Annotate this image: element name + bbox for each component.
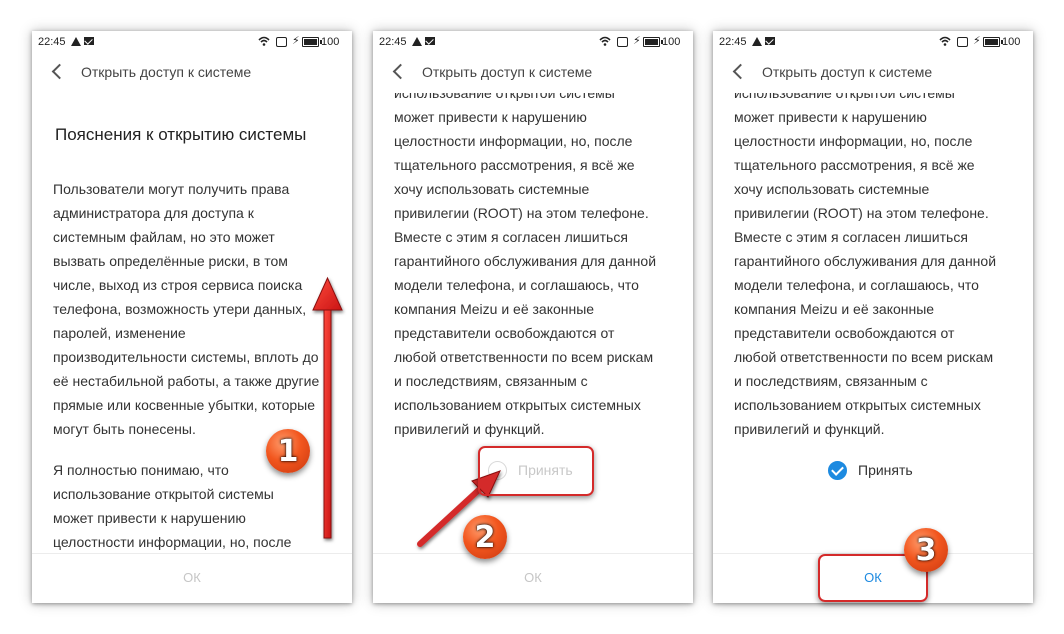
- wifi-icon: [258, 36, 270, 46]
- back-arrow-icon[interactable]: [392, 63, 409, 80]
- ok-button[interactable]: ОК: [32, 570, 352, 585]
- charging-icon: ⚡: [633, 35, 641, 47]
- page-title: Открыть доступ к системе: [422, 64, 593, 80]
- battery-icon: [643, 37, 663, 47]
- scroll-content[interactable]: использование открытой системы может при…: [713, 93, 1033, 553]
- charging-icon: ⚡: [973, 35, 981, 47]
- battery-level: 100: [321, 36, 340, 48]
- step-badge-3: 3: [904, 528, 948, 572]
- battery-icon: [302, 37, 322, 47]
- phone-screen-2: 22:45 ⚡ 100 Открыть доступ к системе исп…: [373, 31, 693, 603]
- status-bar: 22:45 ⚡ 100: [713, 31, 1033, 53]
- charging-icon: ⚡: [292, 35, 300, 47]
- wifi-icon: [939, 36, 951, 46]
- battery-level: 100: [1002, 36, 1021, 48]
- status-time: 22:45: [38, 36, 66, 48]
- warning-paragraph: Пользователи могут получить права админи…: [53, 181, 320, 437]
- footer-bar: ОК: [32, 553, 352, 603]
- scroll-content[interactable]: Пояснения к открытию системы Пользовател…: [32, 93, 352, 553]
- agreement-paragraph: Я полностью понимаю, что использование о…: [53, 462, 292, 550]
- agreement-paragraph: использование открытой системы может при…: [394, 93, 657, 437]
- checkmark-icon[interactable]: [828, 461, 847, 480]
- step-badge-2: 2: [463, 515, 507, 559]
- title-bar: Открыть доступ к системе: [32, 53, 352, 93]
- phone-screen-1: 22:45 ⚡ 100 Открыть доступ к системе Поя…: [32, 31, 352, 603]
- explanation-heading: Пояснения к открытию системы: [55, 125, 307, 144]
- screen-rotation-icon: [617, 37, 628, 47]
- status-bar: 22:45 ⚡ 100: [373, 31, 693, 53]
- status-time: 22:45: [379, 36, 407, 48]
- accept-highlight-box: [478, 446, 594, 496]
- battery-icon: [983, 37, 1003, 47]
- status-bar: 22:45 ⚡ 100: [32, 31, 352, 53]
- page-title: Открыть доступ к системе: [762, 64, 933, 80]
- mail-icon: [425, 37, 435, 45]
- warning-icon: [71, 37, 81, 46]
- warning-icon: [412, 37, 422, 46]
- screen-rotation-icon: [276, 37, 287, 47]
- battery-level: 100: [662, 36, 681, 48]
- page-title: Открыть доступ к системе: [81, 64, 252, 80]
- screen-rotation-icon: [957, 37, 968, 47]
- mail-icon: [765, 37, 775, 45]
- phone-screen-3: 22:45 ⚡ 100 Открыть доступ к системе исп…: [713, 31, 1033, 603]
- title-bar: Открыть доступ к системе: [373, 53, 693, 93]
- ok-button[interactable]: ОК: [373, 570, 693, 585]
- title-bar: Открыть доступ к системе: [713, 53, 1033, 93]
- back-arrow-icon[interactable]: [732, 63, 749, 80]
- warning-icon: [752, 37, 762, 46]
- accept-label: Принять: [858, 462, 913, 478]
- back-arrow-icon[interactable]: [51, 63, 68, 80]
- wifi-icon: [599, 36, 611, 46]
- mail-icon: [84, 37, 94, 45]
- footer-bar: ОК: [373, 553, 693, 603]
- step-badge-1: 1: [266, 429, 310, 473]
- status-time: 22:45: [719, 36, 747, 48]
- agreement-paragraph: использование открытой системы может при…: [734, 93, 997, 437]
